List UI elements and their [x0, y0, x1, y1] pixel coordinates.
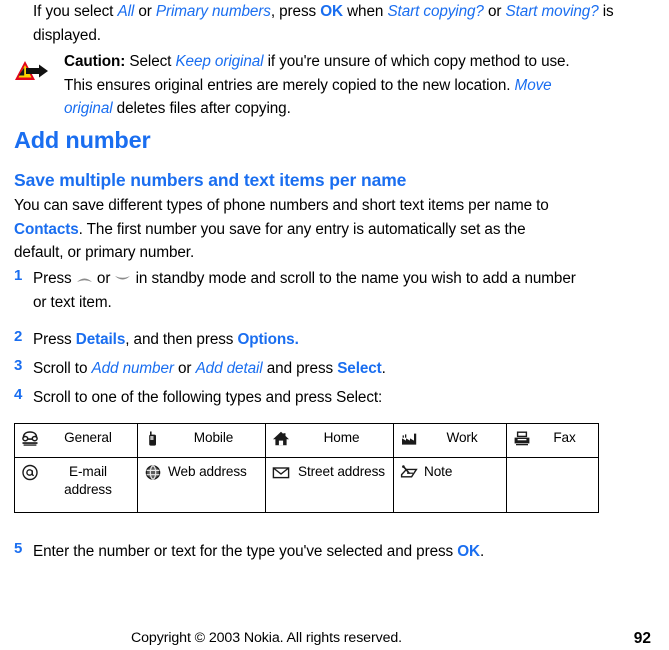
caution-term-keep-original: Keep original — [175, 53, 264, 70]
table-cell-label: Note — [424, 464, 453, 479]
scroll-up-arrow-icon — [76, 274, 93, 284]
globe-icon — [144, 464, 162, 481]
table-cell-web-address[interactable]: Web address — [137, 457, 266, 513]
step-item-1: 1 Press or in standby mode and scroll to… — [14, 267, 634, 314]
intro-text-4: when — [342, 3, 388, 20]
step3-key-select: Select — [337, 360, 382, 377]
subsection-term-contacts: Contacts — [14, 220, 79, 238]
note-pen-icon — [400, 464, 418, 481]
scroll-down-arrow-icon — [114, 274, 131, 284]
caution-text-3: deletes files after copying. — [112, 100, 291, 117]
copyright-notice: Copyright © 2003 Nokia. All rights reser… — [131, 630, 403, 646]
step-item-5: 5 Enter the number or text for the type … — [14, 540, 634, 564]
subsection-text-1: You can save different types of phone nu… — [14, 197, 549, 214]
intro-term-all: All — [117, 3, 135, 20]
intro-term-primary-numbers: Primary numbers — [155, 3, 271, 20]
intro-key-ok: OK — [320, 3, 343, 20]
page-footer: Copyright © 2003 Nokia. All rights reser… — [0, 630, 669, 650]
step2-key-options: Options. — [237, 331, 299, 348]
step3-text-3: and press — [262, 360, 338, 377]
table-cell-mobile[interactable]: Mobile — [137, 423, 266, 458]
step3-term-add-number: Add number — [91, 360, 174, 377]
table-cell-general[interactable]: General — [14, 423, 138, 458]
step2-text-1: Press — [33, 331, 76, 348]
table-cell-label: Mobile — [193, 430, 234, 445]
intro-text-2: or — [134, 3, 156, 20]
telephone-icon — [21, 430, 39, 447]
step5-key-ok: OK — [457, 543, 480, 560]
step1-text-2: or — [92, 270, 115, 287]
step-text-2: Press Details, and then press Options. — [33, 328, 578, 352]
envelope-icon — [272, 464, 290, 481]
step-item-3: 3 Scroll to Add number or Add detail and… — [14, 357, 634, 381]
table-cell-label: Home — [323, 430, 360, 445]
intro-text-3: , press — [270, 3, 321, 20]
step-number-1: 1 — [14, 267, 23, 284]
step3-term-add-detail: Add detail — [195, 360, 263, 377]
step2-key-details: Details — [75, 331, 126, 348]
intro-term-start-moving: Start moving? — [505, 3, 599, 20]
table-cell-home[interactable]: Home — [265, 423, 394, 458]
fax-machine-icon — [513, 430, 531, 447]
step-number-3: 3 — [14, 357, 23, 374]
table-cell-fax[interactable]: Fax — [506, 423, 599, 458]
table-cell-note[interactable]: Note — [393, 457, 507, 513]
intro-term-start-copying: Start copying? — [387, 3, 484, 20]
caution-note: Caution: Select Keep original if you're … — [14, 50, 634, 121]
subsection-text-2: . The first number you save for any entr… — [14, 220, 526, 262]
step-number-2: 2 — [14, 328, 23, 345]
table-cell-work[interactable]: Work — [393, 423, 507, 458]
step3-text-2: or — [173, 360, 196, 377]
step-text-1: Press or in standby mode and scroll to t… — [33, 267, 578, 314]
intro-text-5: or — [483, 3, 506, 20]
caution-label: Caution: — [64, 53, 126, 70]
contact-types-table: General Mobile Home Work Fax E-mail addr… — [14, 423, 599, 513]
intro-text-1: If you select — [33, 3, 118, 20]
caution-triangle-arrow-icon — [14, 59, 50, 83]
step5-text-2: . — [479, 543, 485, 560]
factory-icon — [400, 430, 418, 447]
table-cell-empty — [506, 457, 599, 513]
at-sign-icon — [21, 464, 39, 481]
step-item-4: 4 Scroll to one of the following types a… — [14, 386, 634, 410]
step1-text-1: Press — [33, 270, 76, 287]
step2-text-2: , and then press — [125, 331, 238, 348]
intro-paragraph: If you select All or Primary numbers, pr… — [33, 0, 633, 47]
step-number-5: 5 — [14, 540, 23, 557]
table-row: E-mail address Web address Street addres… — [14, 457, 599, 513]
caution-note-text: Caution: Select Keep original if you're … — [64, 50, 574, 121]
step-text-5: Enter the number or text for the type yo… — [33, 540, 578, 564]
table-cell-label: E-mail address — [64, 464, 112, 497]
subsection-paragraph: You can save different types of phone nu… — [14, 194, 574, 265]
table-cell-label: Work — [446, 430, 478, 445]
table-row: General Mobile Home Work Fax — [14, 423, 599, 458]
step-text-4: Scroll to one of the following types and… — [33, 389, 383, 406]
step3-text-1: Scroll to — [33, 360, 92, 377]
table-cell-label: General — [64, 430, 112, 445]
step3-text-4: . — [381, 360, 386, 377]
table-cell-email-address[interactable]: E-mail address — [14, 457, 138, 513]
step-number-4: 4 — [14, 386, 23, 403]
caution-text-1: Select — [125, 53, 176, 70]
section-heading-add-number: Add number — [14, 127, 151, 153]
mobile-phone-icon — [144, 430, 162, 447]
table-cell-label: Fax — [553, 430, 576, 445]
manual-page: If you select All or Primary numbers, pr… — [0, 0, 669, 649]
step-text-3: Scroll to Add number or Add detail and p… — [33, 357, 578, 381]
house-icon — [272, 430, 290, 447]
step5-text-1: Enter the number or text for the type yo… — [33, 543, 458, 560]
table-cell-street-address[interactable]: Street address — [265, 457, 394, 513]
step-item-2: 2 Press Details, and then press Options. — [14, 328, 634, 352]
table-cell-label: Street address — [297, 464, 385, 479]
page-number: 92 — [633, 630, 651, 647]
subsection-heading-save-multiple: Save multiple numbers and text items per… — [14, 170, 407, 190]
table-cell-label: Web address — [168, 464, 247, 479]
